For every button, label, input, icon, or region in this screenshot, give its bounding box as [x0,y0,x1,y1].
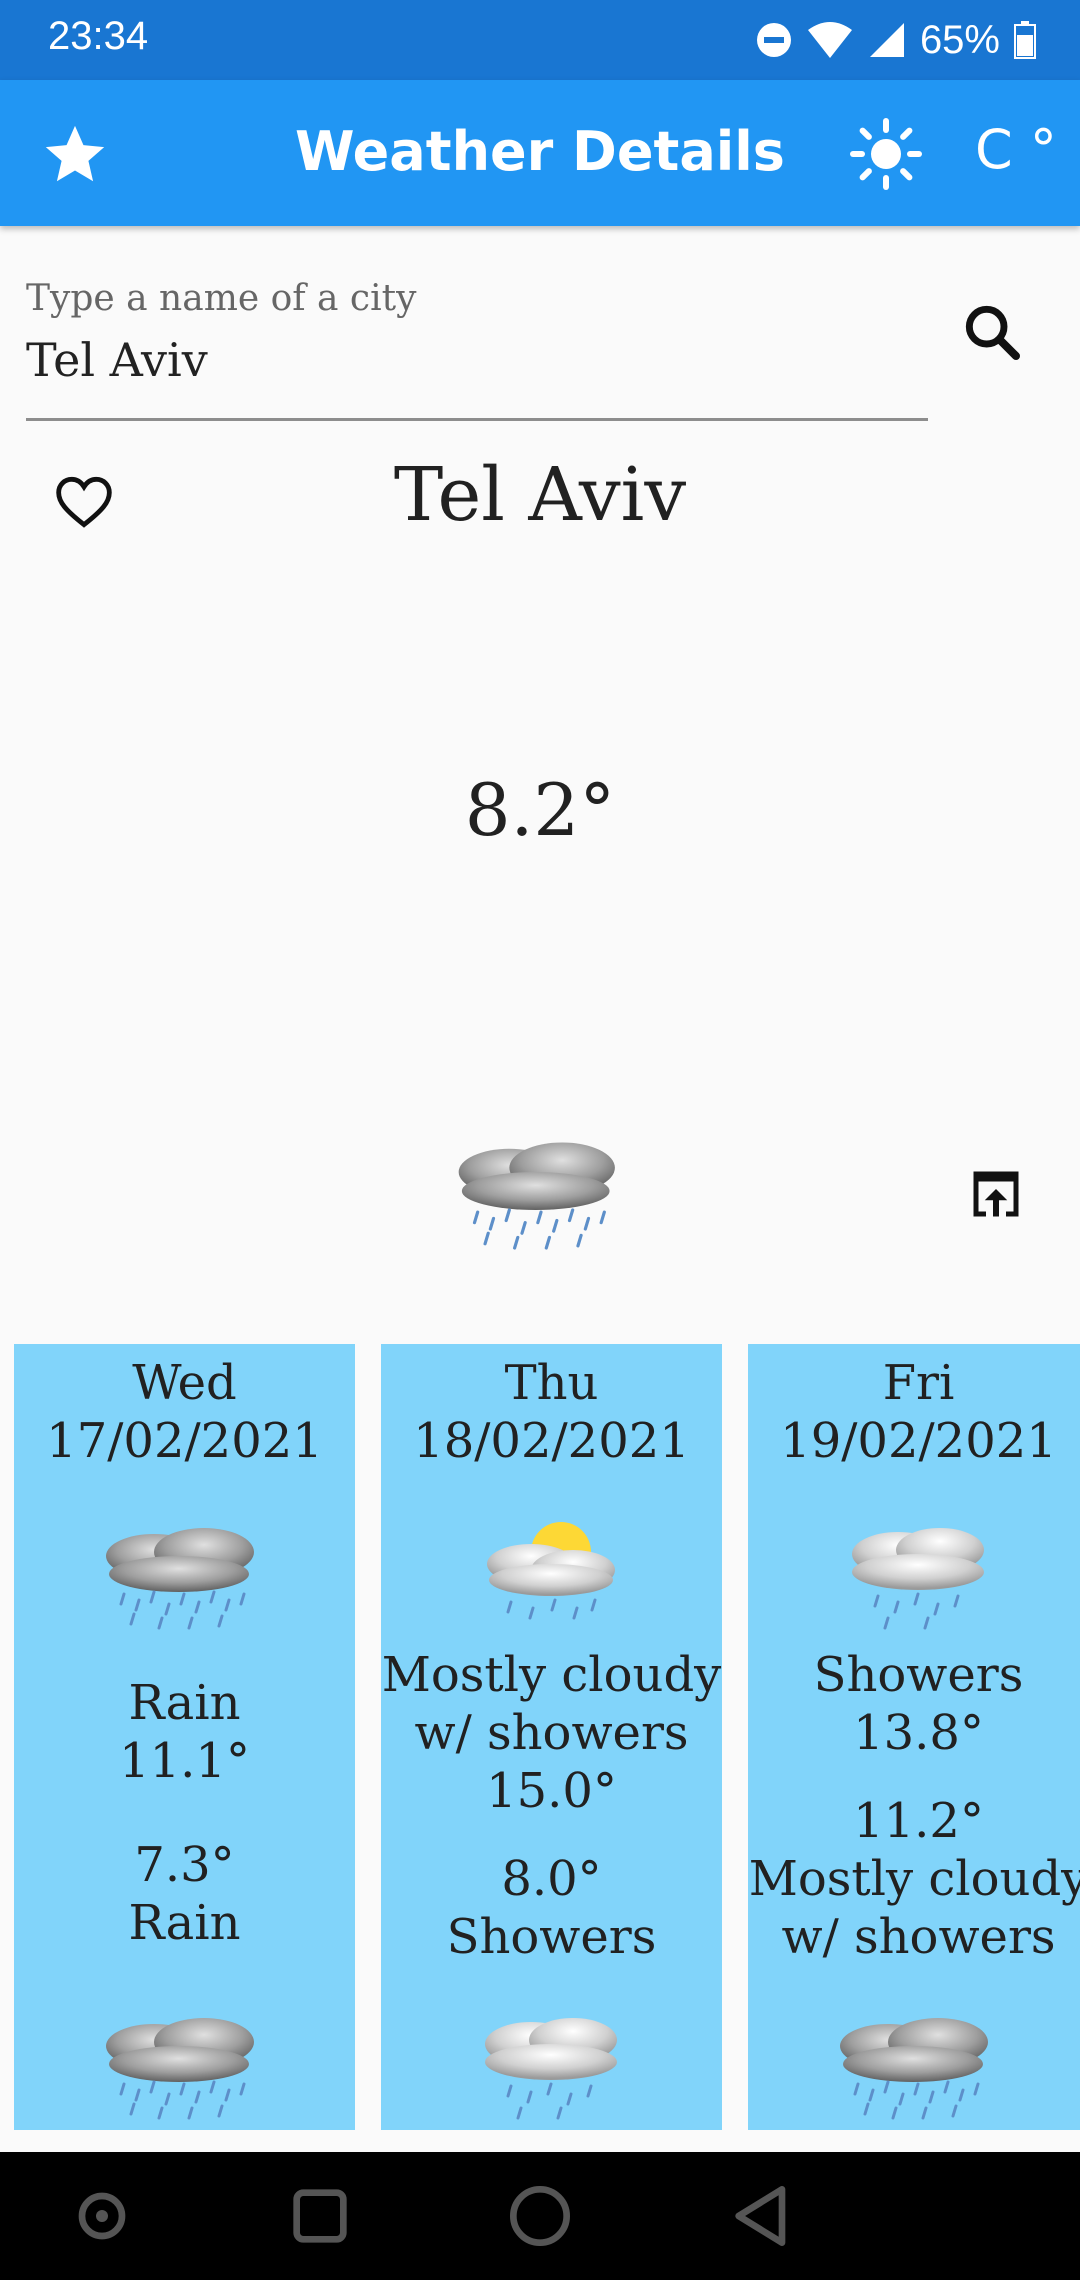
open-in-browser-icon[interactable] [966,1164,1026,1224]
rain-cloud-icon [94,1514,274,1634]
status-time: 23:34 [48,14,149,58]
forecast-list: Wed 17/02/2021 Rain 11.1° 7.3° Rain Thu … [0,1344,1080,2134]
rain-cloud-icon [94,2004,274,2124]
day-condition: Mostly cloudy [381,1647,722,1703]
forecast-date: 19/02/2021 [780,1413,1057,1469]
high-temperature: 11.1° [119,1733,250,1789]
system-nav-bar [0,2152,1080,2280]
signal-icon [869,23,904,57]
city-name: Tel Aviv [393,452,687,538]
low-temperature: 11.2° [853,1793,984,1849]
do-not-disturb-icon [756,23,791,57]
low-temperature: 7.3° [134,1837,235,1893]
assistant-icon[interactable] [62,2176,142,2256]
temperature-unit-toggle[interactable]: C ° [975,118,1057,181]
day-condition: Showers [813,1647,1024,1703]
forecast-day: Fri [882,1355,955,1411]
status-icons: 65% [756,12,1036,68]
city-search-input[interactable] [26,328,906,392]
forecast-card[interactable]: Thu 18/02/2021 Mostly cloudy w/ showers … [381,1344,722,2130]
forecast-day: Wed [132,1355,237,1411]
forecast-date: 18/02/2021 [413,1413,690,1469]
night-condition: Showers [446,1909,657,1965]
showers-cloud-icon [828,1514,1008,1634]
battery-icon [1014,21,1036,59]
high-temperature: 15.0° [486,1763,617,1819]
back-icon[interactable] [722,2176,802,2256]
night-condition: Mostly cloudy [748,1851,1080,1907]
day-condition: Rain [128,1675,241,1731]
rain-cloud-icon [446,1126,636,1256]
battery-percent: 65% [919,17,1000,62]
status-bar: 23:34 65% [0,0,1080,80]
city-search-field[interactable]: Type a name of a city [26,270,928,421]
search-icon[interactable] [960,300,1024,364]
search-label: Type a name of a city [26,278,417,319]
night-condition: Rain [128,1895,241,1951]
brightness-icon[interactable] [850,118,922,190]
wifi-icon [807,22,852,58]
forecast-card[interactable]: Fri 19/02/2021 Showers 13.8° 11.2° Mostl… [748,1344,1080,2130]
sun-cloud-showers-icon [461,1514,641,1634]
forecast-card[interactable]: Wed 17/02/2021 Rain 11.1° 7.3° Rain [14,1344,355,2130]
forecast-date: 17/02/2021 [46,1413,323,1469]
night-condition-line2: w/ showers [781,1909,1056,1965]
high-temperature: 13.8° [853,1705,984,1761]
current-temperature: 8.2° [464,768,616,852]
app-bar: Weather Details C ° [0,80,1080,226]
rain-cloud-icon [828,2004,1008,2124]
day-condition-line2: w/ showers [414,1705,689,1761]
recents-icon[interactable] [280,2176,360,2256]
showers-cloud-icon [461,2004,641,2124]
home-icon[interactable] [500,2176,580,2256]
low-temperature: 8.0° [501,1851,602,1907]
forecast-day: Thu [504,1355,599,1411]
